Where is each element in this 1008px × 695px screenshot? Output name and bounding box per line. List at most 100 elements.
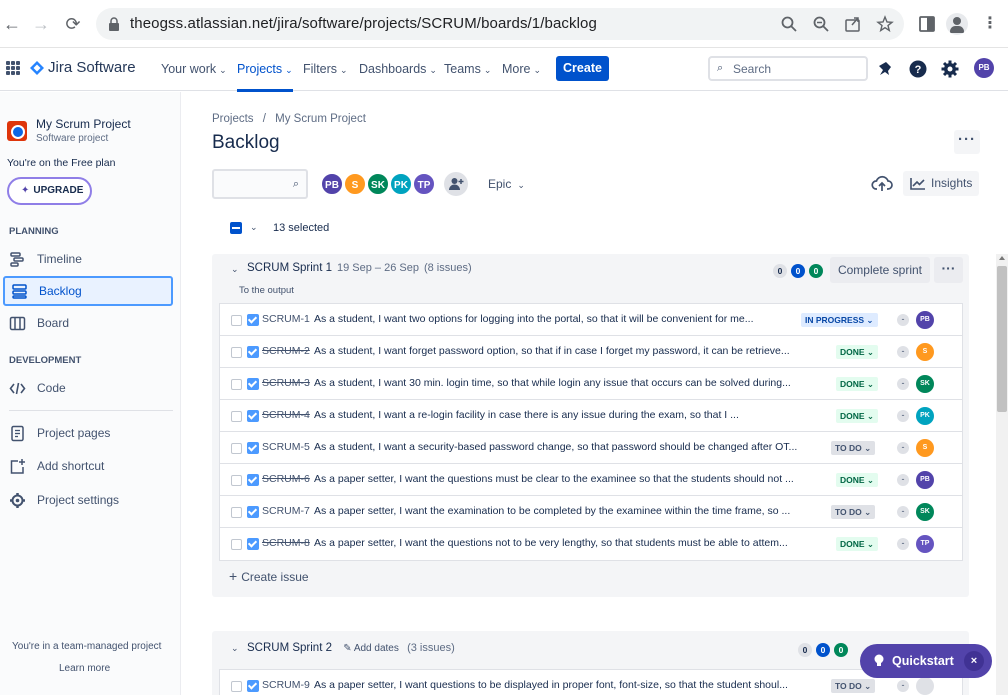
- avatar[interactable]: S: [343, 172, 367, 196]
- issue-row[interactable]: SCRUM-9 As a paper setter, I want questio…: [220, 670, 962, 695]
- row-select-checkbox[interactable]: [231, 315, 242, 326]
- assignee-avatar[interactable]: TP: [916, 535, 934, 553]
- breadcrumb-project[interactable]: My Scrum Project: [275, 113, 366, 125]
- address-bar[interactable]: theogss.atlassian.net/jira/software/proj…: [96, 8, 904, 40]
- sprint-title[interactable]: SCRUM Sprint 2 ✎ Add dates (3 issues): [247, 642, 455, 654]
- browser-menu-icon[interactable]: ⋮: [979, 13, 1001, 35]
- issue-key[interactable]: SCRUM-1: [262, 313, 310, 325]
- menu-more[interactable]: More ⌄: [502, 62, 541, 76]
- issue-key[interactable]: SCRUM-4: [262, 409, 310, 421]
- issue-row[interactable]: SCRUM-6 As a paper setter, I want the que…: [220, 464, 962, 496]
- project-name[interactable]: My Scrum Project: [36, 117, 131, 131]
- create-button[interactable]: Create: [556, 56, 609, 81]
- issue-key[interactable]: SCRUM-3: [262, 377, 310, 389]
- menu-teams[interactable]: Teams ⌄: [444, 62, 491, 76]
- user-avatar[interactable]: PB: [974, 58, 994, 78]
- issue-row[interactable]: SCRUM-1 As a student, I want two options …: [220, 304, 962, 336]
- row-select-checkbox[interactable]: [231, 681, 242, 692]
- sidebar-item-add-shortcut[interactable]: Add shortcut: [0, 451, 181, 481]
- search-input[interactable]: ⌕ Search: [708, 56, 868, 81]
- issue-key[interactable]: SCRUM-8: [262, 537, 310, 549]
- menu-dashboards[interactable]: Dashboards ⌄: [359, 62, 437, 76]
- issue-summary[interactable]: As a student, I want a re-login facility…: [314, 409, 822, 421]
- app-name[interactable]: Jira Software: [48, 59, 136, 76]
- notifications-icon[interactable]: [877, 60, 895, 78]
- issue-summary[interactable]: As a paper setter, I want the questions …: [314, 473, 822, 485]
- cloud-upload-icon[interactable]: [871, 174, 893, 194]
- epic-filter-dropdown[interactable]: Epic ⌄: [488, 177, 525, 191]
- status-dropdown[interactable]: DONE ⌄: [836, 377, 879, 391]
- estimate-badge[interactable]: -: [897, 680, 909, 692]
- backlog-search-input[interactable]: ⌕: [212, 169, 308, 199]
- issue-summary[interactable]: As a paper setter, I want the examinatio…: [314, 505, 822, 517]
- sidebar-item-code[interactable]: Code: [0, 373, 181, 403]
- chevron-down-icon[interactable]: ⌄: [231, 264, 239, 275]
- more-actions-button[interactable]: ···: [954, 130, 980, 154]
- issue-key[interactable]: SCRUM-9: [262, 679, 310, 691]
- assignee-avatar[interactable]: SK: [916, 503, 934, 521]
- forward-icon[interactable]: →: [30, 13, 52, 35]
- zoom-out-icon[interactable]: [812, 15, 830, 33]
- estimate-badge[interactable]: -: [897, 346, 909, 358]
- complete-sprint-button[interactable]: Complete sprint: [830, 257, 930, 283]
- quickstart-button[interactable]: Quickstart ×: [860, 644, 992, 678]
- assignee-avatar[interactable]: PK: [916, 407, 934, 425]
- menu-projects[interactable]: Projects ⌄: [237, 62, 293, 92]
- row-select-checkbox[interactable]: [231, 411, 242, 422]
- learn-more-link[interactable]: Learn more: [59, 663, 110, 674]
- insights-button[interactable]: Insights: [903, 171, 979, 196]
- estimate-badge[interactable]: -: [897, 314, 909, 326]
- chevron-down-icon[interactable]: ⌄: [250, 222, 258, 233]
- assignee-avatar[interactable]: [916, 677, 934, 695]
- issue-key[interactable]: SCRUM-7: [262, 505, 310, 517]
- issue-summary[interactable]: As a student, I want forget password opt…: [314, 345, 822, 357]
- issue-row[interactable]: SCRUM-5 As a student, I want a security-b…: [220, 432, 962, 464]
- browser-profile-icon[interactable]: [946, 13, 968, 35]
- upgrade-button[interactable]: ✦ UPGRADE: [7, 177, 92, 205]
- menu-your-work[interactable]: Your work ⌄: [161, 62, 227, 76]
- sidebar-item-project-pages[interactable]: Project pages: [0, 418, 181, 448]
- avatar[interactable]: PB: [320, 172, 344, 196]
- avatar[interactable]: TP: [412, 172, 436, 196]
- issue-row[interactable]: SCRUM-7 As a paper setter, I want the exa…: [220, 496, 962, 528]
- row-select-checkbox[interactable]: [231, 443, 242, 454]
- app-switcher-icon[interactable]: [6, 61, 20, 75]
- row-select-checkbox[interactable]: [231, 539, 242, 550]
- issue-row[interactable]: SCRUM-8 As a paper setter, I want the que…: [220, 528, 962, 560]
- avatar[interactable]: SK: [366, 172, 390, 196]
- issue-summary[interactable]: As a student, I want a security-based pa…: [314, 441, 822, 453]
- estimate-badge[interactable]: -: [897, 538, 909, 550]
- assignee-avatar[interactable]: SK: [916, 375, 934, 393]
- sidebar-item-board[interactable]: Board: [0, 308, 181, 338]
- estimate-badge[interactable]: -: [897, 442, 909, 454]
- menu-filters[interactable]: Filters ⌄: [303, 62, 348, 76]
- back-icon[interactable]: ←: [1, 13, 23, 35]
- close-icon[interactable]: ×: [964, 651, 984, 671]
- status-dropdown[interactable]: DONE ⌄: [836, 345, 879, 359]
- issue-key[interactable]: SCRUM-6: [262, 473, 310, 485]
- jira-logo-icon[interactable]: [30, 61, 44, 75]
- page-scrollbar[interactable]: [996, 254, 1008, 695]
- status-dropdown[interactable]: TO DO ⌄: [831, 679, 876, 693]
- issue-key[interactable]: SCRUM-2: [262, 345, 310, 357]
- assignee-avatar[interactable]: PB: [916, 471, 934, 489]
- issue-row[interactable]: SCRUM-2 As a student, I want forget passw…: [220, 336, 962, 368]
- status-dropdown[interactable]: DONE ⌄: [836, 473, 879, 487]
- sprint-title[interactable]: SCRUM Sprint 1 19 Sep – 26 Sep (8 issues): [247, 262, 472, 274]
- issue-row[interactable]: SCRUM-3 As a student, I want 30 min. logi…: [220, 368, 962, 400]
- add-people-button[interactable]: [444, 172, 468, 196]
- side-panel-icon[interactable]: [916, 13, 938, 35]
- help-icon[interactable]: ?: [909, 60, 927, 78]
- status-dropdown[interactable]: DONE ⌄: [836, 537, 879, 551]
- sidebar-item-timeline[interactable]: Timeline: [0, 244, 181, 274]
- row-select-checkbox[interactable]: [231, 347, 242, 358]
- row-select-checkbox[interactable]: [231, 507, 242, 518]
- scrollbar-thumb[interactable]: [997, 266, 1007, 412]
- search-icon[interactable]: [780, 15, 798, 33]
- breadcrumb-projects[interactable]: Projects: [212, 113, 254, 125]
- status-dropdown[interactable]: TO DO ⌄: [831, 441, 876, 455]
- status-dropdown[interactable]: IN PROGRESS ⌄: [801, 313, 878, 327]
- issue-key[interactable]: SCRUM-5: [262, 441, 310, 453]
- assignee-avatar[interactable]: S: [916, 343, 934, 361]
- status-dropdown[interactable]: TO DO ⌄: [831, 505, 876, 519]
